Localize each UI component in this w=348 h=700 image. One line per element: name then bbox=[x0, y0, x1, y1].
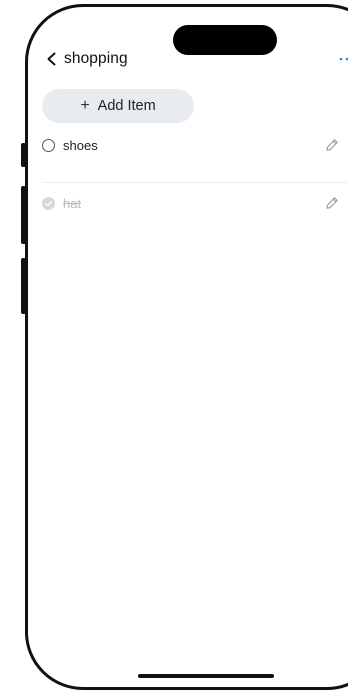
item-label: hat bbox=[63, 196, 82, 211]
divider bbox=[42, 182, 348, 183]
checkmark-icon bbox=[44, 200, 53, 207]
app-screen: shopping + Add Item shoes hat bbox=[28, 7, 348, 687]
pencil-icon[interactable] bbox=[325, 138, 339, 152]
device-mockup: shopping + Add Item shoes hat bbox=[0, 0, 348, 700]
checkbox-circle-icon[interactable] bbox=[42, 197, 55, 210]
more-dots-icon[interactable] bbox=[338, 56, 348, 62]
add-item-button[interactable]: + Add Item bbox=[42, 89, 194, 123]
pencil-icon[interactable] bbox=[325, 196, 339, 210]
home-indicator[interactable] bbox=[138, 674, 274, 678]
list-item: hat bbox=[42, 193, 348, 217]
navigation-bar: shopping bbox=[44, 48, 348, 72]
page-title: shopping bbox=[64, 50, 128, 67]
list-item: shoes bbox=[42, 135, 348, 159]
checkbox-circle-icon[interactable] bbox=[42, 139, 55, 152]
item-label: shoes bbox=[63, 138, 98, 153]
chevron-left-icon[interactable] bbox=[44, 51, 60, 67]
plus-icon: + bbox=[80, 97, 90, 114]
add-item-label: Add Item bbox=[97, 98, 156, 114]
